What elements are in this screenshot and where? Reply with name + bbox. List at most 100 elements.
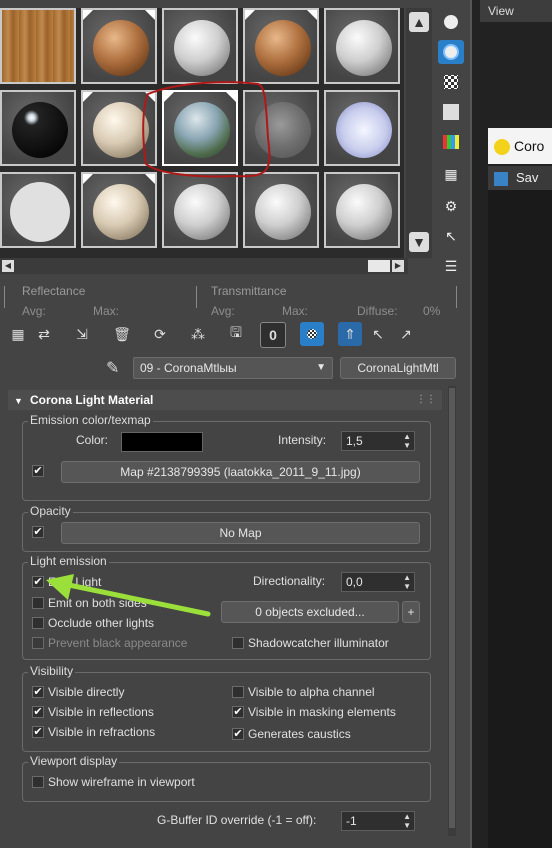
green-annotation-arrow (46, 574, 211, 617)
save-label: Sav (516, 170, 539, 185)
material-map-navigator-icon[interactable]: ☰ (438, 254, 464, 278)
show-wireframe-label: Show wireframe in viewport (48, 775, 195, 789)
scroll-left-icon[interactable]: ◀ (2, 260, 14, 272)
material-sphere (93, 184, 149, 240)
assign-to-selection-icon[interactable]: ⇲ (70, 322, 94, 346)
delete-icon[interactable]: 🗑 (110, 322, 134, 346)
intensity-spinner[interactable]: 1,5 ▲ ▼ (341, 431, 415, 451)
material-sphere (336, 20, 392, 76)
rollout-header[interactable]: ▼ Corona Light Material ⋮⋮ (8, 390, 442, 410)
generates-caustics-label: Generates caustics (248, 727, 351, 741)
put-to-scene-icon[interactable]: ⇄ (32, 322, 56, 346)
show-wireframe-checkbox[interactable] (32, 776, 44, 788)
put-to-library-icon[interactable]: ⁂ (186, 322, 210, 346)
show-end-result-icon[interactable]: ⇑ (338, 322, 362, 346)
directionality-label: Directionality: (253, 574, 326, 588)
rollout-grip-icon: ⋮⋮ (416, 394, 436, 405)
view-menu[interactable]: View (480, 0, 552, 22)
sample-slot-3[interactable] (162, 8, 238, 84)
sample-uv-tiling-icon[interactable] (438, 100, 464, 124)
opacity-group-title: Opacity (28, 504, 73, 518)
make-unique-icon[interactable]: ⟳ (148, 322, 172, 346)
directionality-value: 0,0 (346, 575, 363, 589)
visible-masking-checkbox[interactable]: ✔ (232, 706, 244, 718)
eyedropper-icon[interactable]: ✎ (106, 358, 119, 378)
material-sphere (336, 102, 392, 158)
opacity-map-checkbox[interactable]: ✔ (32, 526, 44, 538)
material-editor-toolbar: ▦ ⇄ ⇲ 🗑 ⟳ ⁂ 🖫 0 ⇑ ↖ ↗ (4, 320, 444, 350)
material-name-dropdown[interactable]: 09 - CoronaMtlыы ▼ (133, 357, 333, 379)
make-preview-icon[interactable]: ▦ (438, 162, 464, 186)
material-sphere (93, 20, 149, 76)
scroll-up-icon[interactable]: ▲ (409, 12, 429, 32)
material-options-icon[interactable]: ⚙ (438, 194, 464, 218)
spinner-arrows-icon: ▲ ▼ (403, 812, 411, 830)
prevent-black-checkbox[interactable] (32, 637, 44, 649)
visible-refractions-label: Visible in refractions (48, 725, 156, 739)
intensity-value: 1,5 (346, 434, 363, 448)
show-shaded-material-icon[interactable] (300, 322, 324, 346)
sample-slot-15[interactable] (324, 172, 400, 248)
sample-slot-2[interactable] (81, 8, 157, 84)
divider (4, 286, 5, 308)
light-emission-group-title: Light emission (28, 554, 109, 568)
sample-slot-4[interactable] (243, 8, 319, 84)
frame-buffer-area (488, 190, 552, 848)
video-color-check-icon[interactable] (438, 130, 464, 154)
get-material-icon[interactable]: ▦ (6, 322, 30, 346)
material-id-channel[interactable]: 0 (260, 322, 286, 348)
diffuse-value: 0% (423, 304, 441, 318)
sample-type-sphere-icon[interactable] (438, 10, 464, 34)
max-label: Max: (282, 304, 309, 318)
emission-map-button[interactable]: Map #2138799395 (laatokka_2011_9_11.jpg) (61, 461, 420, 483)
visible-directly-label: Visible directly (48, 685, 125, 699)
gbuffer-spinner[interactable]: -1 ▲ ▼ (341, 811, 415, 831)
material-sphere (10, 182, 70, 242)
max-label: Max: (93, 304, 120, 318)
go-forward-sibling-icon[interactable]: ↗ (394, 322, 418, 346)
rollout-scroll-thumb[interactable] (449, 388, 455, 828)
sample-slot-11[interactable] (0, 172, 76, 248)
shadowcatcher-checkbox[interactable] (232, 637, 244, 649)
exclude-objects-button[interactable]: 0 objects excluded... (221, 601, 399, 623)
reflectance-label: Reflectance (22, 284, 86, 298)
slot-scrollbar-horizontal[interactable]: ◀ ▶ (0, 258, 408, 274)
backlight-icon[interactable] (438, 40, 464, 64)
spinner-arrows-icon: ▲ ▼ (403, 432, 411, 450)
sample-slot-6[interactable] (0, 90, 76, 166)
visible-refractions-checkbox[interactable]: ✔ (32, 726, 44, 738)
sample-slot-1[interactable] (0, 8, 76, 84)
material-sphere (255, 20, 311, 76)
emission-map-checkbox[interactable]: ✔ (32, 465, 44, 477)
sample-slot-10[interactable] (324, 90, 400, 166)
visible-reflections-checkbox[interactable]: ✔ (32, 706, 44, 718)
wood-texture-swatch (2, 10, 74, 82)
save-disk-icon (494, 171, 508, 186)
shadowcatcher-label: Shadowcatcher illuminator (248, 636, 389, 650)
color-swatch[interactable] (121, 432, 203, 452)
background-checker-icon[interactable] (438, 70, 464, 94)
scroll-thumb[interactable] (368, 260, 390, 272)
visible-directly-checkbox[interactable]: ✔ (32, 686, 44, 698)
scroll-right-icon[interactable]: ▶ (392, 260, 404, 272)
slot-scrollbar-vertical[interactable]: ▲ ▼ (406, 8, 432, 258)
material-sphere (174, 20, 230, 76)
directionality-spinner[interactable]: 0,0 ▲ ▼ (341, 572, 415, 592)
save-material-icon[interactable]: 🖫 (224, 322, 248, 346)
scroll-down-icon[interactable]: ▼ (409, 232, 429, 252)
visible-alpha-label: Visible to alpha channel (248, 685, 375, 699)
sample-slot-5[interactable] (324, 8, 400, 84)
gbuffer-value: -1 (346, 814, 357, 828)
add-exclude-icon[interactable]: + (402, 601, 420, 623)
save-bar[interactable]: Sav (488, 166, 552, 190)
material-type-button[interactable]: CoronaLightMtl (340, 357, 456, 379)
opacity-map-button[interactable]: No Map (61, 522, 420, 544)
visibility-group-title: Visibility (28, 664, 76, 678)
material-sphere (12, 102, 68, 158)
material-sphere (174, 184, 230, 240)
generates-caustics-checkbox[interactable]: ✔ (232, 728, 244, 740)
select-by-material-icon[interactable]: ↖ (438, 224, 464, 248)
visible-alpha-checkbox[interactable] (232, 686, 244, 698)
red-annotation-circle (142, 81, 271, 178)
go-to-parent-icon[interactable]: ↖ (366, 322, 390, 346)
